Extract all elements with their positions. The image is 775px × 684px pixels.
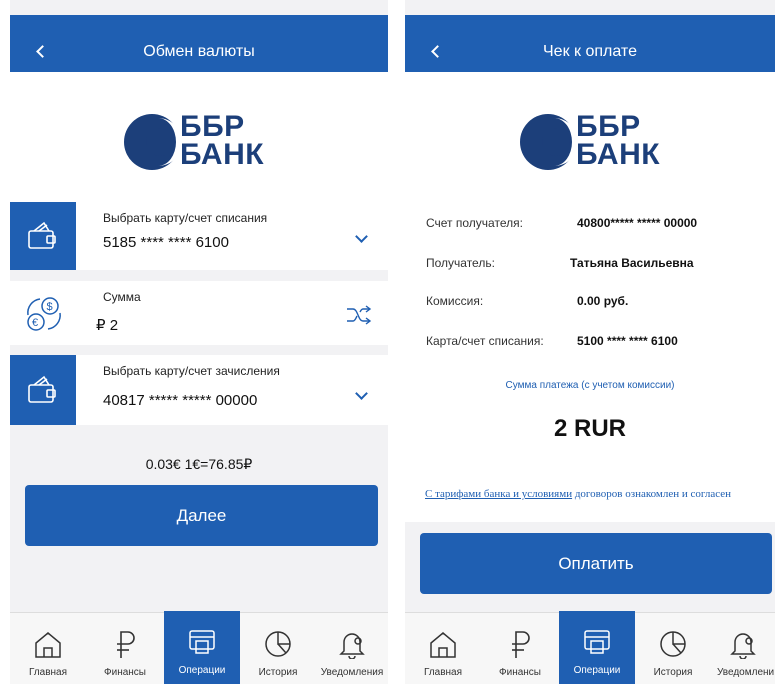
logo-area: ББР БАНК	[405, 72, 775, 202]
page-title: Чек к оплате	[543, 43, 637, 60]
detail-value: 5100 **** **** 6100	[577, 334, 678, 348]
detail-key: Комиссия:	[426, 294, 484, 308]
nav-finance[interactable]: Финансы	[86, 613, 164, 684]
shuffle-icon[interactable]	[346, 305, 372, 325]
nav-history[interactable]: История	[635, 613, 711, 684]
debit-card-label: Выбрать карту/счет списания	[103, 211, 268, 225]
amount-field[interactable]: $ € Сумма ₽ 2	[10, 281, 388, 345]
nav-history[interactable]: История	[240, 613, 316, 684]
detail-key: Получатель:	[426, 256, 495, 270]
terms-agreement-text[interactable]: договоров ознакомлен и согласен	[575, 488, 731, 500]
nav-label: Операции	[573, 665, 621, 676]
payment-amount: 2 RUR	[553, 415, 626, 442]
nav-label: Главная	[423, 667, 463, 678]
detail-key: Счет получателя:	[426, 216, 523, 230]
nav-notifications[interactable]: Уведомлени	[711, 613, 775, 684]
detail-row: Получатель: Татьяна Васильевна	[405, 242, 775, 282]
tariffs-link[interactable]: С тарифами банка и условиями	[425, 488, 572, 500]
amount-label: Сумма	[103, 290, 141, 304]
pie-chart-icon	[265, 631, 291, 657]
nav-home[interactable]: Главная	[10, 613, 86, 684]
next-button[interactable]: Далее	[25, 485, 378, 546]
detail-row: Карта/счет списания: 5100 **** **** 6100	[405, 320, 775, 360]
payment-summary: Сумма платежа (с учетом комиссии) 2 RUR …	[405, 360, 775, 522]
nav-finance[interactable]: Финансы	[481, 613, 559, 684]
detail-key: Карта/счет списания:	[426, 334, 544, 348]
chevron-down-icon[interactable]	[355, 230, 368, 243]
ruble-icon	[117, 631, 135, 658]
nav-operations[interactable]: Операции	[559, 611, 635, 684]
bell-icon	[339, 633, 365, 659]
nav-label: История	[258, 667, 298, 678]
exchange-rate: 0.03€ 1€=76.85₽	[145, 456, 253, 472]
page-title: Обмен валюты	[143, 43, 255, 60]
receipt-details: Счет получателя: 40800***** ***** 00000 …	[405, 202, 775, 360]
nav-label: Уведомлени	[717, 667, 775, 678]
nav-label: Финансы	[499, 667, 541, 678]
wallet-icon	[10, 202, 76, 270]
bottom-nav: Главная Финансы Операции История Уведомл…	[405, 611, 775, 684]
pie-chart-icon	[660, 631, 686, 657]
logo-area: ББР БАНК	[10, 72, 388, 202]
svg-text:€: €	[32, 317, 38, 329]
debit-card-value: 5185 **** **** 6100	[103, 234, 229, 251]
home-icon	[35, 632, 61, 658]
nav-label: Финансы	[104, 667, 146, 678]
nav-label: История	[653, 667, 693, 678]
nav-operations[interactable]: Операции	[164, 611, 240, 684]
detail-value: Татьяна Васильевна	[570, 256, 694, 270]
logo-line2: БАНК	[180, 138, 265, 171]
credit-card-value: 40817 ***** ***** 00000	[103, 392, 258, 409]
payment-caption: Сумма платежа (с учетом комиссии)	[505, 380, 675, 391]
bank-logo: ББР БАНК	[518, 110, 678, 174]
pay-button[interactable]: Оплатить	[420, 533, 772, 594]
currency-exchange-icon: $ €	[22, 291, 66, 335]
amount-input[interactable]: ₽ 2	[96, 316, 118, 334]
detail-value: 40800***** ***** 00000	[577, 216, 698, 230]
detail-row: Комиссия: 0.00 руб.	[405, 280, 775, 320]
header-bar: Обмен валюты	[10, 15, 388, 72]
bank-logo-mark-icon	[520, 114, 578, 170]
svg-text:$: $	[47, 301, 53, 313]
wallet-icon	[10, 355, 76, 425]
nav-home[interactable]: Главная	[405, 613, 481, 684]
detail-row: Счет получателя: 40800***** ***** 00000	[405, 202, 775, 242]
ruble-icon	[512, 631, 530, 658]
nav-label: Операции	[178, 665, 226, 676]
detail-value: 0.00 руб.	[577, 294, 629, 308]
credit-card-label: Выбрать карту/счет зачисления	[103, 364, 280, 378]
operations-icon	[584, 630, 610, 654]
receipt-screen: Чек к оплате ББР БАНК Счет получателя: 4…	[405, 0, 775, 684]
logo-line2: БАНК	[576, 138, 661, 171]
exchange-screen: Обмен валюты ББР БАНК Выбрать карту/счет…	[10, 0, 388, 684]
chevron-down-icon[interactable]	[355, 387, 368, 400]
bank-logo: ББР БАНК	[122, 110, 282, 174]
nav-label: Уведомления	[320, 667, 384, 678]
nav-notifications[interactable]: Уведомления	[316, 613, 388, 684]
home-icon	[430, 632, 456, 658]
bell-icon	[730, 633, 756, 659]
terms-text: С тарифами банка и условиями договоров о…	[425, 488, 731, 500]
debit-card-selector[interactable]: Выбрать карту/счет списания 5185 **** **…	[10, 202, 388, 270]
header-bar: Чек к оплате	[405, 15, 775, 72]
bank-logo-mark-icon	[124, 114, 182, 170]
credit-card-selector[interactable]: Выбрать карту/счет зачисления 40817 ****…	[10, 355, 388, 425]
operations-icon	[189, 630, 215, 654]
bottom-nav: Главная Финансы Операции История Уведомл…	[10, 611, 388, 684]
nav-label: Главная	[28, 667, 68, 678]
